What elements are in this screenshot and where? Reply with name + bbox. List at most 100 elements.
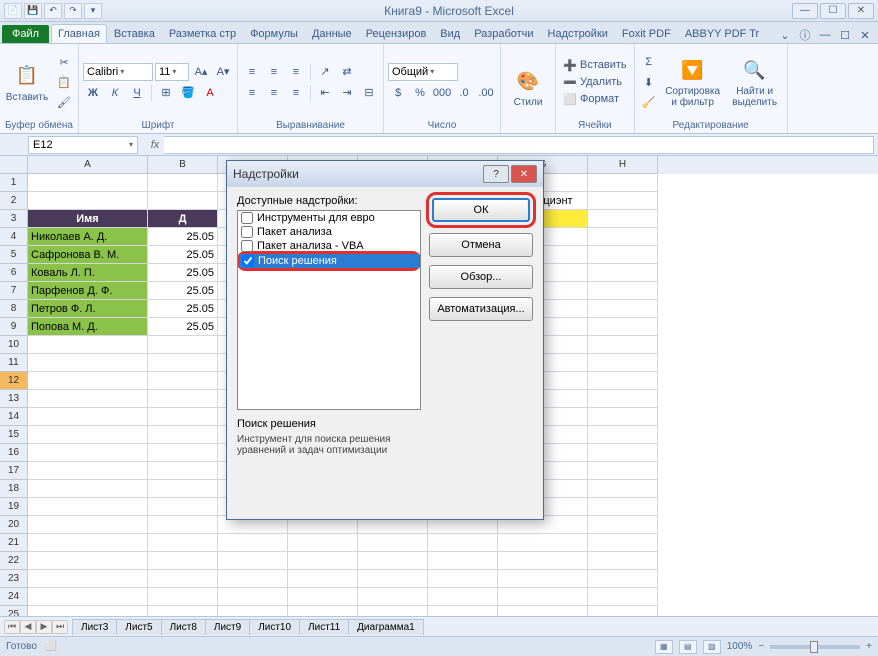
addin-item[interactable]: Пакет анализа	[238, 225, 420, 239]
cell[interactable]	[428, 570, 498, 588]
cell[interactable]	[588, 354, 658, 372]
cell[interactable]: Д	[148, 210, 218, 228]
macro-record-icon[interactable]: ⬜	[45, 641, 57, 652]
cancel-button[interactable]: Отмена	[429, 233, 533, 257]
addin-checkbox[interactable]	[241, 226, 253, 238]
cell[interactable]	[148, 462, 218, 480]
cell[interactable]	[28, 192, 148, 210]
paste-button[interactable]: 📋 Вставить	[4, 46, 50, 118]
cell[interactable]	[588, 498, 658, 516]
formula-input[interactable]	[164, 136, 874, 154]
col-header-a[interactable]: A	[28, 156, 148, 174]
row-header[interactable]: 8	[0, 300, 27, 318]
cell[interactable]	[588, 444, 658, 462]
cell[interactable]	[498, 552, 588, 570]
cell[interactable]	[148, 390, 218, 408]
cell[interactable]	[588, 210, 658, 228]
cell[interactable]	[148, 516, 218, 534]
automation-button[interactable]: Автоматизация...	[429, 297, 533, 321]
dialog-help-button[interactable]: ?	[483, 165, 509, 183]
inc-decimal-icon[interactable]: .0	[454, 84, 474, 102]
clear-icon[interactable]: 🧹	[639, 93, 659, 111]
select-all-button[interactable]	[0, 156, 27, 174]
cell[interactable]	[588, 318, 658, 336]
font-size-combo[interactable]: 11▾	[155, 63, 189, 81]
cell[interactable]	[218, 588, 288, 606]
cell[interactable]: 25.05	[148, 300, 218, 318]
cell[interactable]	[218, 606, 288, 616]
zoom-in-button[interactable]: +	[866, 641, 872, 652]
cell[interactable]	[28, 480, 148, 498]
cell[interactable]	[28, 606, 148, 616]
align-left-icon[interactable]: ≡	[242, 84, 262, 102]
view-normal-icon[interactable]: ▦	[655, 640, 673, 654]
cut-icon[interactable]: ✂	[54, 53, 74, 71]
workbook-min-icon[interactable]: —	[816, 27, 834, 43]
cell[interactable]	[148, 498, 218, 516]
sheet-tab[interactable]: Лист8	[161, 619, 206, 635]
cell[interactable]	[498, 606, 588, 616]
addins-listbox[interactable]: Инструменты для евроПакет анализаПакет а…	[237, 210, 421, 410]
addin-item[interactable]: Поиск решения	[239, 254, 419, 268]
number-format-combo[interactable]: Общий▾	[388, 63, 458, 81]
fx-button[interactable]: fx	[146, 137, 164, 153]
cell[interactable]	[148, 570, 218, 588]
cell[interactable]	[148, 534, 218, 552]
sheet-nav-first-icon[interactable]: ⏮	[4, 620, 20, 634]
row-header[interactable]: 24	[0, 588, 27, 606]
cell[interactable]	[588, 264, 658, 282]
view-break-icon[interactable]: ▨	[703, 640, 721, 654]
row-header[interactable]: 16	[0, 444, 27, 462]
row-header[interactable]: 15	[0, 426, 27, 444]
cell[interactable]	[148, 408, 218, 426]
row-header[interactable]: 2	[0, 192, 27, 210]
align-right-icon[interactable]: ≡	[286, 84, 306, 102]
cell[interactable]	[588, 390, 658, 408]
row-header[interactable]: 7	[0, 282, 27, 300]
row-header[interactable]: 22	[0, 552, 27, 570]
zoom-out-button[interactable]: −	[758, 641, 764, 652]
cell[interactable]: Попова М. Д.	[28, 318, 148, 336]
cell[interactable]	[28, 426, 148, 444]
cell[interactable]	[428, 534, 498, 552]
row-header[interactable]: 19	[0, 498, 27, 516]
cell[interactable]	[498, 534, 588, 552]
cell[interactable]	[28, 588, 148, 606]
tab-review[interactable]: Рецензиров	[359, 24, 434, 43]
cell[interactable]: 25.05	[148, 246, 218, 264]
dialog-titlebar[interactable]: Надстройки ? ✕	[227, 161, 543, 187]
cell[interactable]	[288, 606, 358, 616]
cell[interactable]: 25.05	[148, 228, 218, 246]
cell[interactable]	[588, 570, 658, 588]
view-layout-icon[interactable]: ▤	[679, 640, 697, 654]
addin-checkbox[interactable]	[241, 240, 253, 252]
cell[interactable]	[28, 336, 148, 354]
tab-data[interactable]: Данные	[305, 24, 359, 43]
qat-excel-icon[interactable]: 📄	[4, 3, 22, 19]
cell[interactable]	[588, 282, 658, 300]
cell[interactable]	[148, 444, 218, 462]
orient-icon[interactable]: ↗	[315, 63, 335, 81]
tab-formulas[interactable]: Формулы	[243, 24, 305, 43]
row-header[interactable]: 13	[0, 390, 27, 408]
cell[interactable]	[28, 534, 148, 552]
italic-button[interactable]: К	[105, 84, 125, 102]
browse-button[interactable]: Обзор...	[429, 265, 533, 289]
cell[interactable]	[288, 534, 358, 552]
cell[interactable]	[28, 462, 148, 480]
qat-undo-icon[interactable]: ↶	[44, 3, 62, 19]
cell[interactable]	[288, 570, 358, 588]
font-name-combo[interactable]: Calibri▾	[83, 63, 153, 81]
cell[interactable]	[588, 516, 658, 534]
cell[interactable]	[428, 606, 498, 616]
close-button[interactable]: ✕	[848, 3, 874, 19]
delete-cells-button[interactable]: ➖Удалить	[560, 74, 630, 90]
workbook-max-icon[interactable]: ☐	[836, 27, 854, 43]
cell[interactable]	[148, 480, 218, 498]
row-header[interactable]: 17	[0, 462, 27, 480]
help-icon[interactable]: ⓘ	[796, 27, 814, 43]
cell[interactable]	[358, 570, 428, 588]
cell[interactable]	[148, 606, 218, 616]
cell[interactable]	[148, 372, 218, 390]
cell[interactable]	[148, 426, 218, 444]
